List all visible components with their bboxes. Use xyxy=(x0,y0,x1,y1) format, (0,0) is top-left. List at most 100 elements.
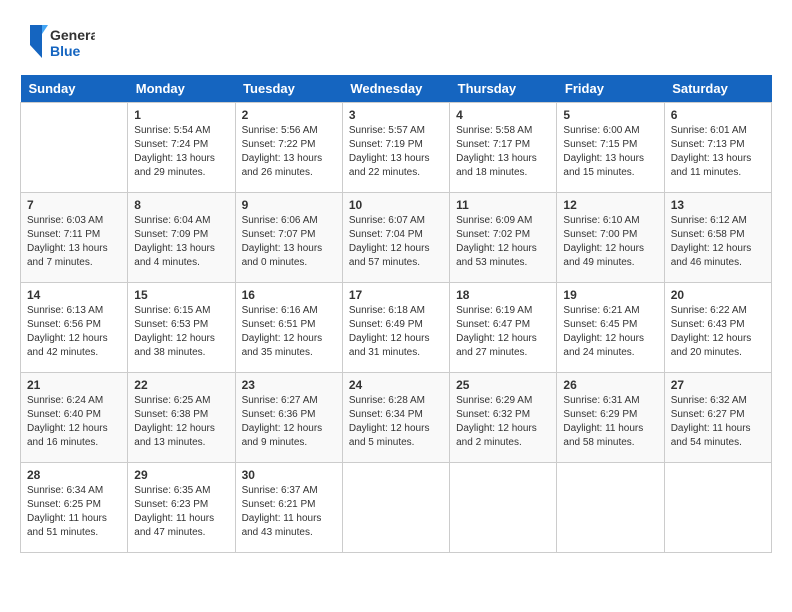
day-header-friday: Friday xyxy=(557,75,664,103)
day-content: Sunrise: 6:09 AM Sunset: 7:02 PM Dayligh… xyxy=(456,214,550,270)
logo-svg: GeneralBlue xyxy=(20,20,95,65)
day-number: 11 xyxy=(456,198,550,212)
day-number: 13 xyxy=(671,198,765,212)
day-content: Sunrise: 6:34 AM Sunset: 6:25 PM Dayligh… xyxy=(27,484,121,540)
calendar-cell: 22 Sunrise: 6:25 AM Sunset: 6:38 PM Dayli… xyxy=(128,373,235,463)
calendar-week-5: 28 Sunrise: 6:34 AM Sunset: 6:25 PM Dayli… xyxy=(21,463,772,553)
svg-text:General: General xyxy=(50,27,95,43)
calendar-cell: 18 Sunrise: 6:19 AM Sunset: 6:47 PM Dayli… xyxy=(450,283,557,373)
day-number: 15 xyxy=(134,288,228,302)
page-header: GeneralBlue xyxy=(20,20,772,65)
calendar-cell: 29 Sunrise: 6:35 AM Sunset: 6:23 PM Dayli… xyxy=(128,463,235,553)
calendar-cell: 30 Sunrise: 6:37 AM Sunset: 6:21 PM Dayli… xyxy=(235,463,342,553)
calendar-week-3: 14 Sunrise: 6:13 AM Sunset: 6:56 PM Dayli… xyxy=(21,283,772,373)
calendar-cell: 11 Sunrise: 6:09 AM Sunset: 7:02 PM Dayli… xyxy=(450,193,557,283)
day-number: 28 xyxy=(27,468,121,482)
day-content: Sunrise: 5:54 AM Sunset: 7:24 PM Dayligh… xyxy=(134,124,228,180)
day-header-saturday: Saturday xyxy=(664,75,771,103)
calendar-week-1: 1Sunrise: 5:54 AM Sunset: 7:24 PM Daylig… xyxy=(21,103,772,193)
day-content: Sunrise: 6:31 AM Sunset: 6:29 PM Dayligh… xyxy=(563,394,657,450)
day-content: Sunrise: 6:03 AM Sunset: 7:11 PM Dayligh… xyxy=(27,214,121,270)
calendar-cell: 19 Sunrise: 6:21 AM Sunset: 6:45 PM Dayli… xyxy=(557,283,664,373)
day-content: Sunrise: 6:00 AM Sunset: 7:15 PM Dayligh… xyxy=(563,124,657,180)
day-header-monday: Monday xyxy=(128,75,235,103)
calendar-cell: 9 Sunrise: 6:06 AM Sunset: 7:07 PM Daylig… xyxy=(235,193,342,283)
day-content: Sunrise: 6:32 AM Sunset: 6:27 PM Dayligh… xyxy=(671,394,765,450)
logo: GeneralBlue xyxy=(20,20,95,65)
day-number: 17 xyxy=(349,288,443,302)
day-content: Sunrise: 5:57 AM Sunset: 7:19 PM Dayligh… xyxy=(349,124,443,180)
day-number: 26 xyxy=(563,378,657,392)
day-content: Sunrise: 6:01 AM Sunset: 7:13 PM Dayligh… xyxy=(671,124,765,180)
day-number: 2 xyxy=(242,108,336,122)
day-content: Sunrise: 6:18 AM Sunset: 6:49 PM Dayligh… xyxy=(349,304,443,360)
day-content: Sunrise: 6:12 AM Sunset: 6:58 PM Dayligh… xyxy=(671,214,765,270)
calendar-cell: 6Sunrise: 6:01 AM Sunset: 7:13 PM Daylig… xyxy=(664,103,771,193)
day-content: Sunrise: 6:19 AM Sunset: 6:47 PM Dayligh… xyxy=(456,304,550,360)
day-number: 5 xyxy=(563,108,657,122)
day-number: 4 xyxy=(456,108,550,122)
day-content: Sunrise: 6:04 AM Sunset: 7:09 PM Dayligh… xyxy=(134,214,228,270)
day-number: 7 xyxy=(27,198,121,212)
day-number: 23 xyxy=(242,378,336,392)
calendar-cell: 17 Sunrise: 6:18 AM Sunset: 6:49 PM Dayli… xyxy=(342,283,449,373)
calendar-cell: 1Sunrise: 5:54 AM Sunset: 7:24 PM Daylig… xyxy=(128,103,235,193)
day-content: Sunrise: 5:58 AM Sunset: 7:17 PM Dayligh… xyxy=(456,124,550,180)
day-header-thursday: Thursday xyxy=(450,75,557,103)
day-content: Sunrise: 6:35 AM Sunset: 6:23 PM Dayligh… xyxy=(134,484,228,540)
calendar-cell: 16Sunrise: 6:16 AM Sunset: 6:51 PM Dayli… xyxy=(235,283,342,373)
calendar-cell: 20 Sunrise: 6:22 AM Sunset: 6:43 PM Dayli… xyxy=(664,283,771,373)
day-content: Sunrise: 6:28 AM Sunset: 6:34 PM Dayligh… xyxy=(349,394,443,450)
calendar-cell xyxy=(21,103,128,193)
calendar-cell: 4 Sunrise: 5:58 AM Sunset: 7:17 PM Daylig… xyxy=(450,103,557,193)
day-content: Sunrise: 6:24 AM Sunset: 6:40 PM Dayligh… xyxy=(27,394,121,450)
day-content: Sunrise: 6:10 AM Sunset: 7:00 PM Dayligh… xyxy=(563,214,657,270)
day-content: Sunrise: 6:21 AM Sunset: 6:45 PM Dayligh… xyxy=(563,304,657,360)
day-content: Sunrise: 6:37 AM Sunset: 6:21 PM Dayligh… xyxy=(242,484,336,540)
calendar-cell: 5 Sunrise: 6:00 AM Sunset: 7:15 PM Daylig… xyxy=(557,103,664,193)
calendar-cell: 14 Sunrise: 6:13 AM Sunset: 6:56 PM Dayli… xyxy=(21,283,128,373)
day-content: Sunrise: 6:06 AM Sunset: 7:07 PM Dayligh… xyxy=(242,214,336,270)
day-number: 9 xyxy=(242,198,336,212)
calendar-table: SundayMondayTuesdayWednesdayThursdayFrid… xyxy=(20,75,772,553)
day-number: 19 xyxy=(563,288,657,302)
calendar-header-row: SundayMondayTuesdayWednesdayThursdayFrid… xyxy=(21,75,772,103)
calendar-cell: 12 Sunrise: 6:10 AM Sunset: 7:00 PM Dayli… xyxy=(557,193,664,283)
calendar-cell: 3Sunrise: 5:57 AM Sunset: 7:19 PM Daylig… xyxy=(342,103,449,193)
day-number: 20 xyxy=(671,288,765,302)
day-content: Sunrise: 6:29 AM Sunset: 6:32 PM Dayligh… xyxy=(456,394,550,450)
calendar-cell: 8 Sunrise: 6:04 AM Sunset: 7:09 PM Daylig… xyxy=(128,193,235,283)
calendar-cell: 13 Sunrise: 6:12 AM Sunset: 6:58 PM Dayli… xyxy=(664,193,771,283)
day-content: Sunrise: 6:07 AM Sunset: 7:04 PM Dayligh… xyxy=(349,214,443,270)
calendar-cell: 2 Sunrise: 5:56 AM Sunset: 7:22 PM Daylig… xyxy=(235,103,342,193)
calendar-cell: 25 Sunrise: 6:29 AM Sunset: 6:32 PM Dayli… xyxy=(450,373,557,463)
day-content: Sunrise: 6:13 AM Sunset: 6:56 PM Dayligh… xyxy=(27,304,121,360)
day-number: 18 xyxy=(456,288,550,302)
day-header-wednesday: Wednesday xyxy=(342,75,449,103)
calendar-cell: 15Sunrise: 6:15 AM Sunset: 6:53 PM Dayli… xyxy=(128,283,235,373)
day-content: Sunrise: 6:22 AM Sunset: 6:43 PM Dayligh… xyxy=(671,304,765,360)
day-number: 29 xyxy=(134,468,228,482)
calendar-cell: 28 Sunrise: 6:34 AM Sunset: 6:25 PM Dayli… xyxy=(21,463,128,553)
calendar-week-4: 21Sunrise: 6:24 AM Sunset: 6:40 PM Dayli… xyxy=(21,373,772,463)
day-number: 8 xyxy=(134,198,228,212)
day-number: 16 xyxy=(242,288,336,302)
day-number: 25 xyxy=(456,378,550,392)
calendar-cell: 7 Sunrise: 6:03 AM Sunset: 7:11 PM Daylig… xyxy=(21,193,128,283)
day-content: Sunrise: 5:56 AM Sunset: 7:22 PM Dayligh… xyxy=(242,124,336,180)
calendar-cell xyxy=(664,463,771,553)
day-number: 12 xyxy=(563,198,657,212)
day-number: 22 xyxy=(134,378,228,392)
day-number: 14 xyxy=(27,288,121,302)
day-header-sunday: Sunday xyxy=(21,75,128,103)
day-content: Sunrise: 6:25 AM Sunset: 6:38 PM Dayligh… xyxy=(134,394,228,450)
calendar-cell xyxy=(450,463,557,553)
day-number: 30 xyxy=(242,468,336,482)
calendar-cell: 23Sunrise: 6:27 AM Sunset: 6:36 PM Dayli… xyxy=(235,373,342,463)
day-number: 27 xyxy=(671,378,765,392)
calendar-week-2: 7 Sunrise: 6:03 AM Sunset: 7:11 PM Daylig… xyxy=(21,193,772,283)
day-number: 24 xyxy=(349,378,443,392)
day-header-tuesday: Tuesday xyxy=(235,75,342,103)
calendar-cell: 27 Sunrise: 6:32 AM Sunset: 6:27 PM Dayli… xyxy=(664,373,771,463)
calendar-cell: 10Sunrise: 6:07 AM Sunset: 7:04 PM Dayli… xyxy=(342,193,449,283)
